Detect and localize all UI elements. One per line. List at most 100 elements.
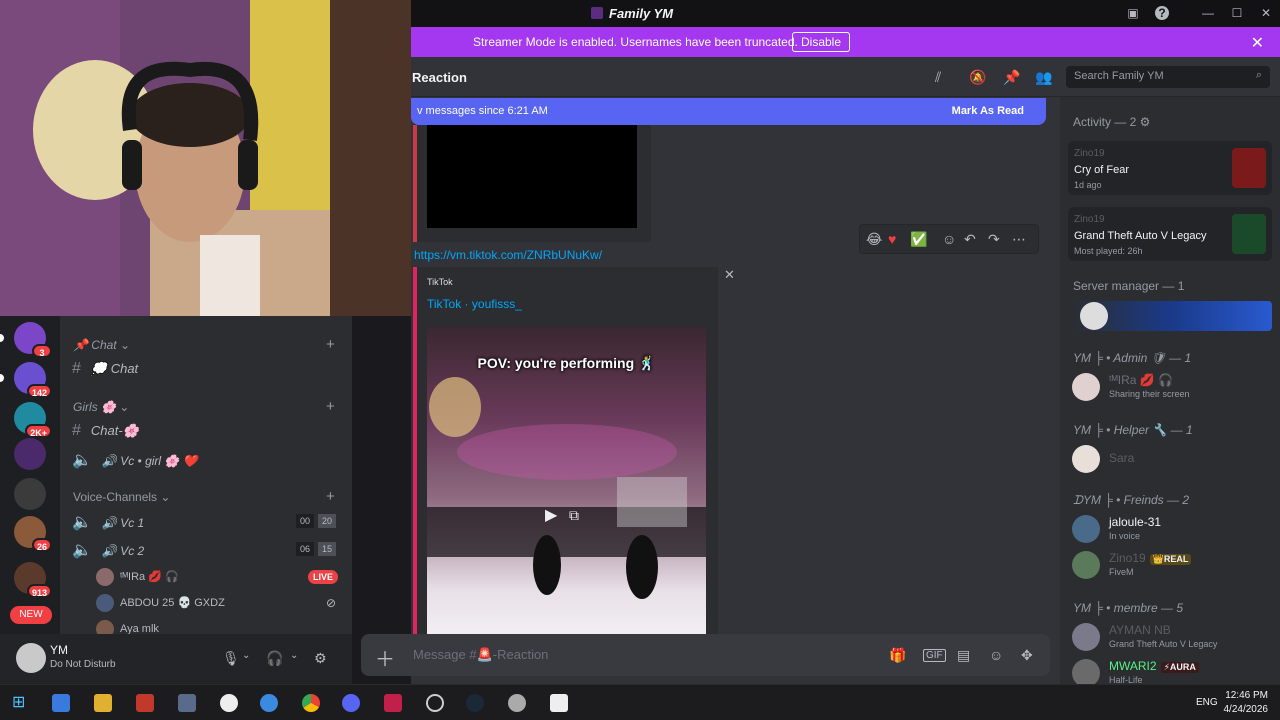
discord-icon[interactable] [342, 694, 360, 712]
member-list-icon[interactable]: 👥 [1035, 69, 1052, 86]
play-icon[interactable]: ▶ [545, 505, 557, 525]
member-item[interactable]: AYMAN NB Grand Theft Auto V Legacy [1072, 621, 1272, 655]
search-input[interactable]: Search Family YM ⌕ [1066, 66, 1270, 88]
notepad-icon[interactable] [550, 694, 568, 712]
minimize-icon[interactable]: — [1201, 6, 1215, 20]
app-icon[interactable] [260, 694, 278, 712]
avatar[interactable] [16, 643, 46, 673]
message-composer[interactable]: ＋ Message #🚨-Reaction 🎁 GIF ▤ ☺ ✥ [361, 634, 1050, 676]
member-item[interactable]: Sara [1072, 443, 1272, 477]
voice-channel-vc-girl[interactable]: 🔈 🔊 Vc • girl 🌸 ❤️ [72, 450, 198, 470]
apps-icon[interactable]: ✥ [1021, 647, 1033, 664]
close-window-icon[interactable]: ✕ [1259, 6, 1273, 20]
headset-icon[interactable]: 🎧 [266, 650, 283, 667]
threads-icon[interactable]: ⫽ [935, 69, 941, 86]
heart-emoji-icon[interactable]: ♥ [888, 231, 896, 247]
server-icon[interactable] [14, 438, 46, 470]
notification-mute-icon[interactable]: 🔕 [969, 69, 986, 86]
member-activity: Sharing their screen [1109, 389, 1190, 399]
mark-as-read-button[interactable]: Mark As Read [952, 105, 1024, 117]
voicemeeter-icon[interactable] [136, 694, 154, 712]
category-chat[interactable]: 📌 Chat ⌄ + [73, 336, 335, 353]
voice-user[interactable]: Aya mlk [96, 620, 159, 634]
file-explorer-icon[interactable] [94, 694, 112, 712]
add-channel-icon[interactable]: + [326, 398, 335, 415]
embed-author-link[interactable]: TikTok · youfisss_ [427, 297, 522, 311]
speaker-icon: 🔈 [72, 542, 92, 559]
channel-chat-girls[interactable]: # Chat-🌸 [72, 422, 139, 440]
server-icon[interactable] [14, 478, 46, 510]
member-item[interactable]: ᵗᴹIRa 💋 🎧 Sharing their screen [1072, 371, 1272, 405]
voice-user[interactable]: ᵗᴹIRa 💋 🎧 [96, 568, 179, 586]
disable-streamer-mode-button[interactable]: Disable [792, 32, 851, 52]
activity-user: Zino19 [1074, 148, 1105, 159]
server-icon[interactable]: 2K+ [14, 402, 52, 438]
obs-icon[interactable] [220, 694, 238, 712]
gift-icon[interactable]: 🎁 [889, 647, 906, 664]
settings-gear-icon[interactable]: ⚙ [314, 650, 327, 667]
chevron-down-icon[interactable]: ⌄ [242, 650, 250, 661]
message-input[interactable]: Message #🚨-Reaction [413, 647, 548, 663]
video-player[interactable] [427, 125, 637, 228]
speaker-icon: 🔈 [72, 452, 92, 469]
username: YM [50, 643, 68, 657]
app-icon[interactable] [508, 694, 526, 712]
message-link[interactable]: https://vm.tiktok.com/ZNRbUNuKw/ [414, 248, 602, 262]
server-icon[interactable]: 26 [14, 516, 52, 552]
app-icon[interactable] [426, 694, 444, 712]
voice-user[interactable]: ABDOU 25 💀 GXDZ [96, 594, 225, 612]
member-item[interactable]: MWARI2 ⚡AURA Half-Life [1072, 657, 1272, 684]
activity-card[interactable]: Zino19 Cry of Fear 1d ago [1068, 141, 1272, 195]
server-icon[interactable]: 913 [14, 562, 52, 598]
member-item[interactable]: jaloule-31 In voice [1072, 513, 1272, 547]
member-name: MWARI2 ⚡AURA [1109, 659, 1199, 673]
server-icon[interactable]: 3 [14, 322, 52, 358]
microphone-icon[interactable]: 🎙 [222, 650, 240, 667]
activity-header: Activity — 2 ⚙ [1073, 115, 1151, 129]
chrome-icon[interactable] [302, 694, 320, 712]
steam-icon[interactable] [466, 694, 484, 712]
activity-card[interactable]: Zino19 Grand Theft Auto V Legacy Most pl… [1068, 207, 1272, 261]
new-unreads-pill[interactable]: NEW [10, 606, 52, 624]
voice-channel-vc2[interactable]: 🔈 🔊 Vc 2 [72, 540, 144, 560]
voice-channel-vc1[interactable]: 🔈 🔊 Vc 1 [72, 512, 144, 532]
close-banner-icon[interactable]: ✕ [1251, 33, 1264, 53]
store-icon[interactable] [52, 694, 70, 712]
windows-start-icon[interactable]: ⊞ [12, 694, 30, 712]
server-icon[interactable]: 142 [14, 362, 52, 398]
maximize-icon[interactable]: ☐ [1230, 6, 1244, 20]
clock[interactable]: 12:46 PM 4/24/2026 [1224, 689, 1269, 717]
new-messages-bar[interactable]: v messages since 6:21 AM Mark As Read [411, 98, 1046, 125]
app-icon[interactable] [178, 694, 196, 712]
check-emoji-icon[interactable]: ✅ [910, 231, 927, 248]
add-channel-icon[interactable]: + [326, 488, 335, 505]
add-reaction-icon[interactable]: ☺ [942, 231, 956, 247]
forward-icon[interactable]: ↷ [988, 231, 1000, 248]
user-count: 06 [296, 542, 315, 556]
category-voice-channels[interactable]: Voice-Channels ⌄ + [73, 488, 335, 505]
open-external-icon[interactable]: ⧉ [569, 507, 579, 524]
member-item[interactable] [1072, 301, 1272, 331]
app-icon[interactable] [384, 694, 402, 712]
channel-label: Chat-🌸 [90, 423, 139, 438]
add-attachment-icon[interactable]: ＋ [375, 643, 395, 672]
video-thumbnail[interactable]: POV: you're performing 🕺 ▶ ⧉ [427, 327, 706, 637]
emoji-icon[interactable]: ☺ [989, 647, 1003, 663]
help-icon[interactable]: ? [1155, 6, 1169, 20]
role-header: YM ╞ • membre — 5 [1073, 601, 1184, 615]
chevron-down-icon[interactable]: ⌄ [290, 650, 298, 661]
channel-chat[interactable]: # 💭 Chat [72, 360, 138, 378]
remove-embed-icon[interactable]: ✕ [724, 267, 735, 283]
member-item[interactable]: Zino19 👑REAL FiveM [1072, 549, 1272, 583]
pin-icon[interactable]: 📌 [1003, 69, 1020, 86]
gif-icon[interactable]: GIF [923, 649, 946, 662]
streamer-mode-banner: Streamer Mode is enabled. Usernames have… [411, 27, 1280, 57]
inbox-icon[interactable]: ▣ [1126, 6, 1140, 20]
category-girls[interactable]: Girls 🌸 ⌄ + [73, 398, 335, 415]
language-indicator[interactable]: ENG [1196, 697, 1218, 708]
add-channel-icon[interactable]: + [326, 336, 335, 353]
more-options-icon[interactable]: ⋯ [1012, 231, 1026, 248]
reply-icon[interactable]: ↶ [964, 231, 976, 248]
sticker-icon[interactable]: ▤ [957, 647, 970, 664]
laughing-emoji-icon[interactable]: 😂 [866, 231, 882, 248]
